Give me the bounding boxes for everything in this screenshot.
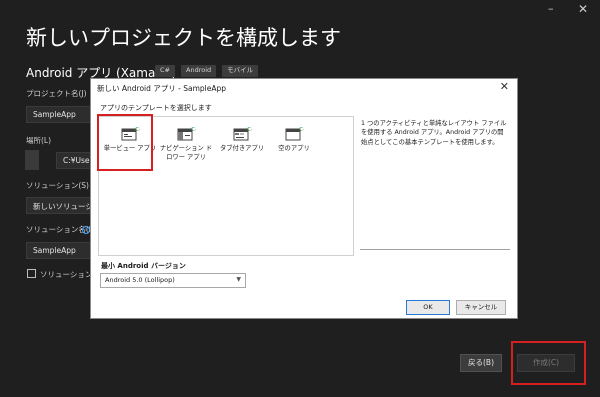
min-version-value: Android 5.0 (Lollipop) bbox=[105, 276, 175, 284]
same-directory-checkbox[interactable] bbox=[27, 269, 36, 278]
back-button[interactable]: 戻る(B) bbox=[460, 354, 502, 372]
project-name-label: プロジェクト名(J) bbox=[26, 89, 87, 98]
template-blank-app[interactable]: c# 空のアプリ bbox=[267, 125, 321, 154]
location-label: 場所(L) bbox=[26, 136, 52, 145]
solution-name-input[interactable]: SampleApp bbox=[26, 242, 96, 259]
minimize-icon[interactable]: – bbox=[548, 2, 554, 15]
template-name: ナビゲーション ドロワー アプリ bbox=[159, 145, 213, 161]
min-version-label: 最小 Android バージョン bbox=[101, 262, 186, 270]
svg-text:c#: c# bbox=[191, 125, 196, 133]
chevron-down-icon: ▼ bbox=[236, 276, 241, 283]
svg-text:c#: c# bbox=[299, 125, 304, 133]
svg-text:c#: c# bbox=[247, 125, 252, 133]
dialog-close-icon[interactable]: ✕ bbox=[500, 80, 509, 93]
project-name-input[interactable]: SampleApp bbox=[26, 106, 96, 123]
tag-mobile: モバイル bbox=[222, 65, 259, 77]
dialog-title: 新しい Android アプリ - SampleApp bbox=[97, 84, 227, 93]
create-button-highlight bbox=[511, 341, 586, 385]
location-browse-button[interactable] bbox=[25, 150, 39, 170]
tag-csharp: C# bbox=[155, 65, 175, 77]
template-description: 1 つのアクティビティと単純なレイアウト ファイルを使用する Android ア… bbox=[360, 116, 510, 250]
solution-label: ソリューション(S) bbox=[26, 181, 89, 190]
navigation-drawer-icon: c# bbox=[176, 125, 201, 142]
close-window-icon[interactable]: ✕ bbox=[578, 2, 588, 16]
page-title: 新しいプロジェクトを構成します bbox=[26, 26, 341, 50]
same-directory-label: ソリューションとプロ bbox=[40, 270, 90, 279]
tabbed-app-icon: c# bbox=[232, 125, 257, 142]
template-name: タブ付きアプリ bbox=[219, 145, 265, 152]
selected-template-highlight bbox=[97, 114, 153, 171]
ok-button[interactable]: OK bbox=[406, 300, 450, 315]
min-version-select[interactable]: Android 5.0 (Lollipop) ▼ bbox=[100, 273, 246, 288]
template-section-label: アプリのテンプレートを選択します bbox=[100, 104, 212, 112]
new-android-app-dialog: 新しい Android アプリ - SampleApp ✕ アプリのテンプレート… bbox=[90, 78, 518, 319]
solution-select[interactable]: 新しいソリューションを bbox=[26, 197, 96, 214]
cancel-button[interactable]: キャンセル bbox=[456, 300, 506, 315]
blank-app-icon: c# bbox=[284, 125, 309, 142]
tag-android: Android bbox=[181, 65, 217, 77]
project-tags: C# Android モバイル bbox=[155, 65, 259, 77]
info-icon: i bbox=[82, 226, 90, 234]
template-name: 空のアプリ bbox=[278, 145, 310, 152]
template-navigation-drawer[interactable]: c# ナビゲーション ドロワー アプリ bbox=[159, 125, 213, 162]
template-tabbed-app[interactable]: c# タブ付きアプリ bbox=[215, 125, 269, 154]
